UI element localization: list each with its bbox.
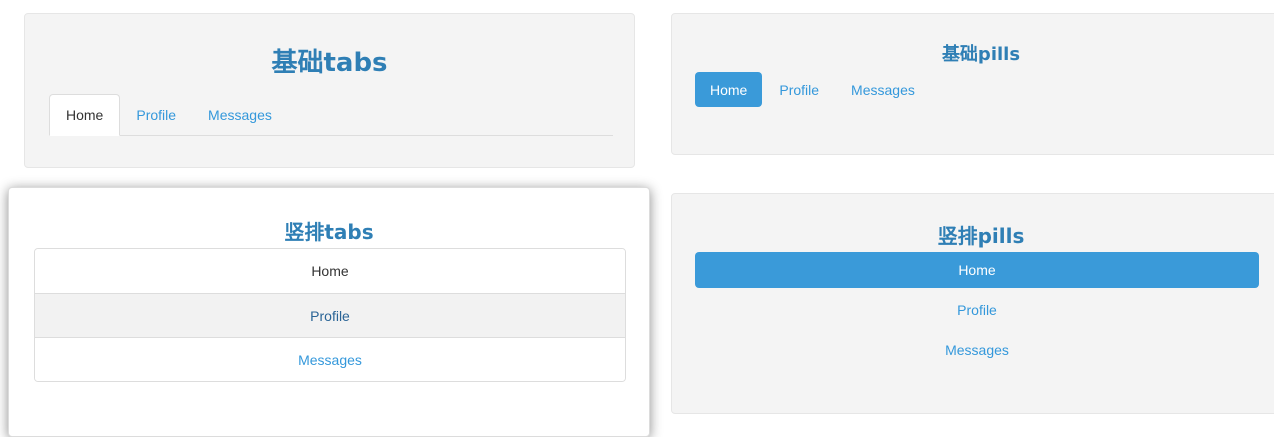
basic-tabs-title: 基础tabs [271,48,388,78]
stacked-tab-home[interactable]: Home [35,249,625,293]
pill-home[interactable]: Home [695,72,763,107]
tab-home[interactable]: Home [49,94,121,136]
stacked-pill-profile[interactable]: Profile [695,292,1259,328]
stacked-tab-messages[interactable]: Messages [35,337,625,381]
basic-tabs-nav: Home Profile Messages [49,94,613,136]
basic-pills-panel: 基础pills Home Profile Messages [671,13,1274,155]
stacked-tabs-title: 竖排tabs [284,220,374,244]
basic-pills-title: 基础pills [941,44,1021,65]
stacked-pills-nav: Home Profile Messages [695,252,1259,368]
tab-profile[interactable]: Profile [120,94,192,135]
pill-profile[interactable]: Profile [764,72,834,107]
stacked-tabs-panel: 竖排tabs Home Profile Messages [8,187,650,437]
pill-messages[interactable]: Messages [836,72,930,107]
basic-pills-nav: Home Profile Messages [695,72,930,107]
stacked-pills-title: 竖排pills [937,224,1025,248]
tab-messages[interactable]: Messages [192,94,288,135]
basic-tabs-panel: 基础tabs Home Profile Messages [24,13,635,168]
stacked-tab-profile[interactable]: Profile [35,293,625,337]
stacked-pills-panel: 竖排pills Home Profile Messages [671,193,1274,414]
stacked-tabs-nav: Home Profile Messages [34,248,626,382]
stacked-pill-home[interactable]: Home [695,252,1259,288]
stacked-pill-messages[interactable]: Messages [695,332,1259,368]
